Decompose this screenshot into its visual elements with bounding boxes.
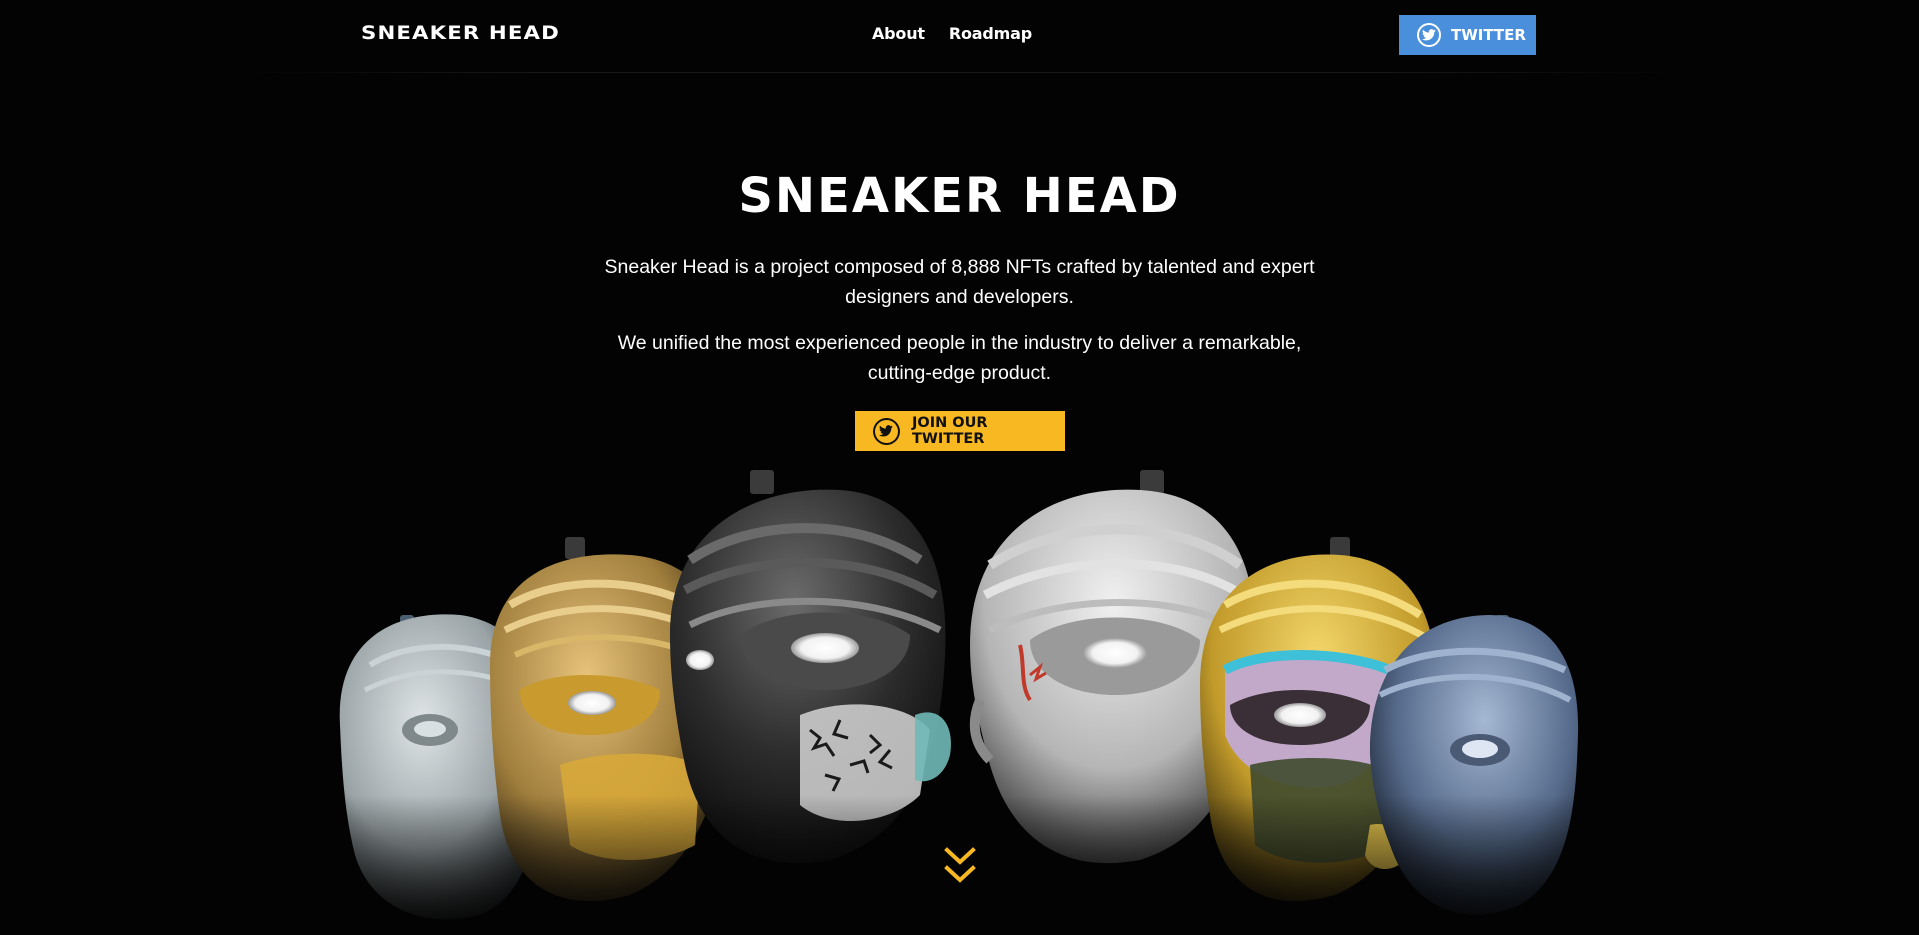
site-header: SNEAKER HEAD About Roadmap TWITTER <box>0 0 1919 73</box>
nav-link-about[interactable]: About <box>872 24 925 43</box>
double-chevron-down-icon[interactable] <box>943 846 977 888</box>
site-logo[interactable]: SNEAKER HEAD <box>361 22 560 44</box>
twitter-bird-icon <box>1417 23 1441 47</box>
landing-page: SNEAKER HEAD About Roadmap TWITTER SNEAK… <box>0 0 1919 935</box>
header-divider <box>240 72 1680 73</box>
nav-link-roadmap[interactable]: Roadmap <box>949 24 1032 43</box>
header-twitter-label: TWITTER <box>1451 26 1526 44</box>
hero-title: SNEAKER HEAD <box>738 168 1181 224</box>
hero-paragraph-1: Sneaker Head is a project composed of 8,… <box>604 256 1315 308</box>
main-nav: About Roadmap <box>872 24 1032 43</box>
header-twitter-button[interactable]: TWITTER <box>1399 15 1536 55</box>
hero-paragraph-2: We unified the most experienced people i… <box>617 332 1302 384</box>
join-twitter-button[interactable]: JOIN OUR TWITTER <box>855 411 1065 451</box>
join-twitter-label: JOIN OUR TWITTER <box>911 415 988 447</box>
twitter-bird-icon <box>873 417 900 445</box>
